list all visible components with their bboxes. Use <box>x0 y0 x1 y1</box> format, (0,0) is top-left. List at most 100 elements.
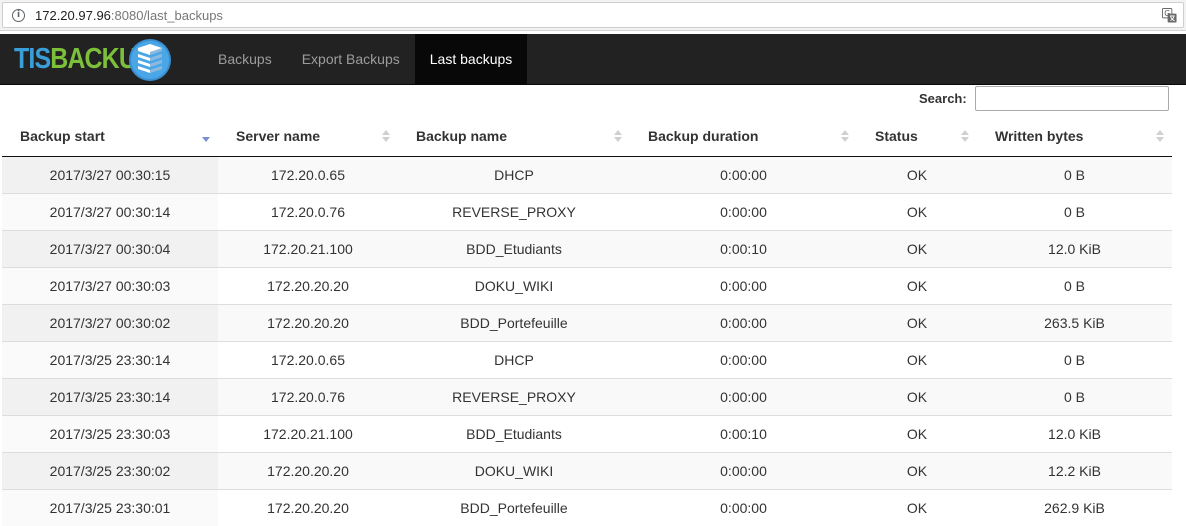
search-input[interactable] <box>974 86 1169 111</box>
cell-backup-name: REVERSE_PROXY <box>398 377 630 415</box>
cell-backup-start: 2017/3/27 00:30:03 <box>2 266 218 304</box>
cell-status: OK <box>857 488 977 526</box>
column-header-status[interactable]: Status <box>857 117 977 157</box>
cell-written-bytes: 12.0 KiB <box>977 414 1172 452</box>
cell-backup-duration: 0:00:00 <box>630 377 857 415</box>
table-header-row: Backup start Server name Backup name Bac… <box>2 117 1172 157</box>
sort-icon <box>614 130 622 142</box>
cell-backup-duration: 0:00:00 <box>630 451 857 489</box>
column-header-backup-duration[interactable]: Backup duration <box>630 117 857 157</box>
cell-backup-start: 2017/3/27 00:30:14 <box>2 192 218 230</box>
cell-backup-duration: 0:00:00 <box>630 266 857 304</box>
table-row: 2017/3/25 23:30:01 172.20.20.20 BDD_Port… <box>2 488 1172 526</box>
cell-written-bytes: 262.9 KiB <box>977 488 1172 526</box>
cell-backup-name: REVERSE_PROXY <box>398 192 630 230</box>
cell-written-bytes: 12.0 KiB <box>977 229 1172 267</box>
cell-backup-start: 2017/3/25 23:30:14 <box>2 377 218 415</box>
cell-written-bytes: 0 B <box>977 266 1172 304</box>
nav-item-backups[interactable]: Backups <box>203 34 287 84</box>
cell-written-bytes: 0 B <box>977 340 1172 378</box>
cell-written-bytes: 12.2 KiB <box>977 451 1172 489</box>
cell-status: OK <box>857 156 977 193</box>
stacked-disks-logo-icon[interactable] <box>128 38 172 82</box>
cell-backup-start: 2017/3/27 00:30:04 <box>2 229 218 267</box>
cell-server-name: 172.20.20.20 <box>218 266 398 304</box>
cell-backup-name: DOKU_WIKI <box>398 451 630 489</box>
cell-backup-start: 2017/3/27 00:30:02 <box>2 303 218 341</box>
cell-server-name: 172.20.21.100 <box>218 229 398 267</box>
cell-backup-name: BDD_Portefeuille <box>398 488 630 526</box>
url-field[interactable]: i 172.20.97.96 :8080/last_backups G <box>2 2 1184 28</box>
cell-backup-duration: 0:00:00 <box>630 303 857 341</box>
cell-status: OK <box>857 340 977 378</box>
url-host: 172.20.97.96 <box>35 7 111 23</box>
table-row: 2017/3/25 23:30:14 172.20.0.76 REVERSE_P… <box>2 377 1172 415</box>
cell-backup-duration: 0:00:00 <box>630 192 857 230</box>
table-row: 2017/3/27 00:30:04 172.20.21.100 BDD_Etu… <box>2 229 1172 267</box>
cell-backup-name: BDD_Etudiants <box>398 229 630 267</box>
cell-backup-name: DOKU_WIKI <box>398 266 630 304</box>
cell-backup-start: 2017/3/27 00:30:15 <box>2 156 218 193</box>
search-filter: Search: <box>919 86 1169 111</box>
column-header-server-name[interactable]: Server name <box>218 117 398 157</box>
cell-backup-name: BDD_Etudiants <box>398 414 630 452</box>
cell-backup-start: 2017/3/25 23:30:14 <box>2 340 218 378</box>
cell-backup-duration: 0:00:10 <box>630 414 857 452</box>
sort-icon <box>841 130 849 142</box>
cell-written-bytes: 0 B <box>977 156 1172 193</box>
cell-status: OK <box>857 192 977 230</box>
cell-server-name: 172.20.21.100 <box>218 414 398 452</box>
table-row: 2017/3/25 23:30:02 172.20.20.20 DOKU_WIK… <box>2 451 1172 489</box>
sort-descending-icon <box>202 137 210 142</box>
cell-server-name: 172.20.20.20 <box>218 488 398 526</box>
cell-server-name: 172.20.0.65 <box>218 156 398 193</box>
column-header-label: Backup start <box>20 128 105 145</box>
url-path: :8080/last_backups <box>110 7 223 23</box>
column-header-label: Status <box>875 128 918 145</box>
cell-written-bytes: 263.5 KiB <box>977 303 1172 341</box>
cell-status: OK <box>857 229 977 267</box>
column-header-label: Backup duration <box>648 128 759 145</box>
cell-server-name: 172.20.20.20 <box>218 451 398 489</box>
column-header-label: Server name <box>236 128 321 145</box>
cell-written-bytes: 0 B <box>977 377 1172 415</box>
cell-server-name: 172.20.0.65 <box>218 340 398 378</box>
nav-item-last-backups[interactable]: Last backups <box>414 34 528 84</box>
nav-menu: Backups Export Backups Last backups <box>203 34 528 84</box>
sort-icon <box>961 130 969 142</box>
cell-server-name: 172.20.0.76 <box>218 192 398 230</box>
table-row: 2017/3/25 23:30:14 172.20.0.65 DHCP 0:00… <box>2 340 1172 378</box>
browser-address-bar: i 172.20.97.96 :8080/last_backups G <box>0 0 1186 31</box>
table-row: 2017/3/27 00:30:14 172.20.0.76 REVERSE_P… <box>2 192 1172 230</box>
cell-status: OK <box>857 377 977 415</box>
brand-name-part1: TIS <box>14 42 51 75</box>
cell-backup-start: 2017/3/25 23:30:02 <box>2 451 218 489</box>
column-header-backup-name[interactable]: Backup name <box>398 117 630 157</box>
cell-status: OK <box>857 451 977 489</box>
cell-backup-duration: 0:00:10 <box>630 229 857 267</box>
cell-backup-duration: 0:00:00 <box>630 156 857 193</box>
cell-backup-name: DHCP <box>398 340 630 378</box>
translate-icon[interactable]: G <box>1162 8 1177 23</box>
cell-backup-duration: 0:00:00 <box>630 488 857 526</box>
table-row: 2017/3/27 00:30:15 172.20.0.65 DHCP 0:00… <box>2 156 1172 193</box>
cell-server-name: 172.20.0.76 <box>218 377 398 415</box>
cell-written-bytes: 0 B <box>977 192 1172 230</box>
cell-backup-start: 2017/3/25 23:30:01 <box>2 488 218 526</box>
sort-icon <box>1156 130 1164 142</box>
column-header-written-bytes[interactable]: Written bytes <box>977 117 1172 157</box>
column-header-backup-start[interactable]: Backup start <box>2 117 218 157</box>
cell-backup-duration: 0:00:00 <box>630 340 857 378</box>
cell-backup-start: 2017/3/25 23:30:03 <box>2 414 218 452</box>
cell-server-name: 172.20.20.20 <box>218 303 398 341</box>
navbar: TISBACKUP Backups Export Backups Last ba… <box>0 34 1186 85</box>
last-backups-table: Backup start Server name Backup name Bac… <box>2 117 1172 526</box>
cell-status: OK <box>857 414 977 452</box>
cell-status: OK <box>857 303 977 341</box>
table-row: 2017/3/27 00:30:03 172.20.20.20 DOKU_WIK… <box>2 266 1172 304</box>
nav-item-export-backups[interactable]: Export Backups <box>287 34 415 84</box>
cell-backup-name: DHCP <box>398 156 630 193</box>
info-icon[interactable]: i <box>12 8 25 22</box>
cell-status: OK <box>857 266 977 304</box>
cell-backup-name: BDD_Portefeuille <box>398 303 630 341</box>
